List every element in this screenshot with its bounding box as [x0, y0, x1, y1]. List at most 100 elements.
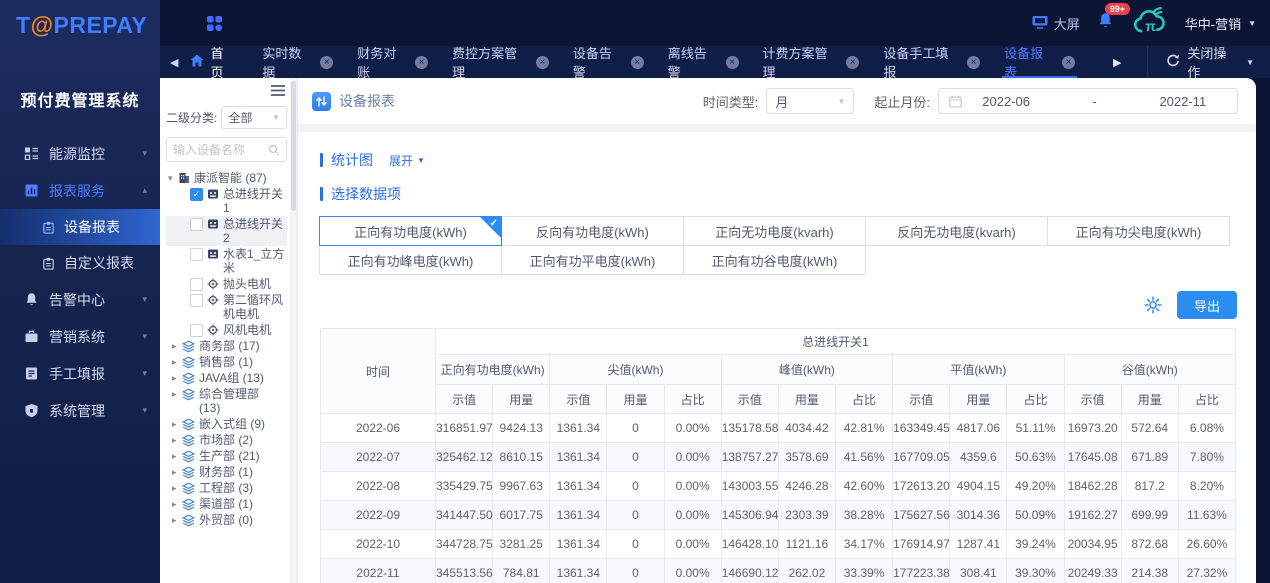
group-label: 综合管理部 (13)	[199, 387, 260, 415]
table-cell: 172613.20	[892, 471, 951, 501]
data-item-cell[interactable]: 反向无功电度(kvarh)	[865, 216, 1048, 246]
tree-group-node[interactable]: ▸ 生产部 (21)	[166, 448, 287, 464]
tree-group-list: ▸ 商务部 (17) ▸ 销售部 (1) ▸ JAVA组 (13) ▸ 综合管理部 (13) ▸…	[166, 338, 287, 528]
tree-scrollbar[interactable]	[290, 78, 297, 583]
tab-item[interactable]: 费控方案管理 ×	[440, 46, 561, 80]
sidebar-item-label: 能源监控	[49, 145, 105, 162]
tree-device-node[interactable]: 抛头电机	[166, 276, 287, 292]
data-item-cell[interactable]: 正向有功峰电度(kWh)	[319, 245, 502, 275]
gear-icon[interactable]	[1144, 296, 1162, 314]
data-item-cell[interactable]: 正向有功谷电度(kWh)	[683, 245, 866, 275]
tab-item[interactable]: 设备告警 ×	[561, 46, 656, 80]
tab-close-icon[interactable]: ×	[535, 55, 549, 69]
expand-caret-icon[interactable]: ▸	[172, 497, 182, 511]
collapse-caret-icon[interactable]: ▾	[168, 171, 178, 185]
tab-item[interactable]: 离线告警 ×	[656, 46, 751, 80]
user-dropdown[interactable]: 华中-营销 ▼	[1185, 14, 1256, 33]
app-logo: T@PREPAY	[0, 0, 160, 39]
sidebar-item-system-management[interactable]: 系统管理 ▾	[0, 392, 160, 429]
tab-item[interactable]: 实时数据 ×	[250, 46, 345, 80]
device-checkbox[interactable]	[190, 247, 203, 261]
tree-device-list: ✓ 总进线开关1 总进线开关2 水表1_立方米 抛头电机 第二循环风机电机 风机电机	[166, 186, 287, 338]
expand-caret-icon[interactable]: ▸	[172, 481, 182, 495]
tree-group-node[interactable]: ▸ 市场部 (2)	[166, 432, 287, 448]
big-screen-button[interactable]: 大屏	[1032, 14, 1080, 33]
device-checkbox[interactable]	[190, 323, 203, 337]
expand-caret-icon[interactable]: ▸	[172, 513, 182, 527]
tab-close-icon[interactable]: ×	[846, 55, 860, 69]
tree-root-node[interactable]: ▾ 康派智能 (87)	[166, 170, 287, 186]
data-item-cell[interactable]: 正向无功电度(kvarh)	[683, 216, 866, 246]
data-item-cell[interactable]: 正向有功电度(kWh) ✓	[319, 216, 502, 246]
tree-device-node[interactable]: 总进线开关2	[166, 216, 287, 246]
expand-caret-icon[interactable]: ▸	[172, 339, 182, 353]
tab-label: 计费方案管理	[762, 46, 828, 80]
tab-close-icon[interactable]: ×	[320, 55, 334, 69]
tabs-scroll-right-icon[interactable]: ▶	[1087, 56, 1147, 69]
tree-group-node[interactable]: ▸ 财务部 (1)	[166, 464, 287, 480]
table-cell: 335429.75	[434, 471, 494, 501]
expand-caret-icon[interactable]: ▸	[172, 371, 182, 385]
expand-caret-icon[interactable]: ▸	[172, 417, 182, 431]
notification-bell-button[interactable]: 99+	[1098, 3, 1131, 34]
tree-scrollbar-thumb[interactable]	[291, 81, 296, 211]
expand-caret-icon[interactable]: ▸	[172, 387, 182, 401]
tab-close-icon[interactable]: ×	[967, 55, 981, 69]
close-operation-dropdown[interactable]: 关闭操作 ▼	[1147, 46, 1270, 80]
data-item-cell[interactable]: 正向有功平电度(kWh)	[501, 245, 684, 275]
tab-close-icon[interactable]: ×	[630, 55, 644, 69]
export-button[interactable]: 导出	[1176, 291, 1237, 319]
tab-close-icon[interactable]: ×	[725, 55, 739, 69]
tab-close-icon[interactable]: ×	[1061, 55, 1075, 69]
table-cell: 1361.34	[549, 442, 608, 472]
table-cell: 1361.34	[549, 500, 608, 530]
sidebar-item-energy-monitor[interactable]: 能源监控 ▾	[0, 135, 160, 172]
tab-item[interactable]: 计费方案管理 ×	[751, 46, 872, 80]
expand-caret-icon[interactable]: ▸	[172, 433, 182, 447]
device-search-input[interactable]: 输入设备名称	[166, 137, 287, 162]
group-label: 生产部 (21)	[199, 449, 260, 463]
tree-group-node[interactable]: ▸ 销售部 (1)	[166, 354, 287, 370]
tree-group-node[interactable]: ▸ 嵌入式组 (9)	[166, 416, 287, 432]
tree-group-node[interactable]: ▸ 渠道部 (1)	[166, 496, 287, 512]
device-checkbox[interactable]	[190, 293, 203, 307]
table-cell: 572.64	[1120, 413, 1179, 443]
device-checkbox[interactable]: ✓	[190, 187, 203, 201]
table-cell: 1361.34	[549, 471, 608, 501]
tree-group-node[interactable]: ▸ 外贸部 (0)	[166, 512, 287, 528]
tabs-scroll-left-icon[interactable]: ◀	[170, 56, 178, 69]
tree-device-node[interactable]: 风机电机	[166, 322, 287, 338]
tree-device-node[interactable]: 水表1_立方米	[166, 246, 287, 276]
sidebar-subitem-custom-report[interactable]: 自定义报表	[0, 245, 160, 281]
sidebar-item-alarm-center[interactable]: 告警中心 ▾	[0, 281, 160, 318]
tree-group-node[interactable]: ▸ 综合管理部 (13)	[166, 386, 287, 416]
tree-group-node[interactable]: ▸ 工程部 (3)	[166, 480, 287, 496]
data-item-cell[interactable]: 正向有功尖电度(kWh)	[1047, 216, 1230, 246]
device-checkbox[interactable]	[190, 217, 203, 231]
apps-grid-icon[interactable]	[206, 15, 223, 32]
expand-caret-icon[interactable]: ▸	[172, 355, 182, 369]
sidebar-item-report-service[interactable]: 报表服务 ▴	[0, 172, 160, 209]
device-checkbox[interactable]	[190, 277, 203, 291]
tree-group-node[interactable]: ▸ 商务部 (17)	[166, 338, 287, 354]
sidebar-item-marketing-system[interactable]: 营销系统 ▾	[0, 318, 160, 355]
expand-caret-icon[interactable]: ▸	[172, 449, 182, 463]
tree-device-node[interactable]: ✓ 总进线开关1	[166, 186, 287, 216]
expand-caret-icon[interactable]: ▸	[172, 465, 182, 479]
tab-item[interactable]: 财务对账 ×	[345, 46, 440, 80]
tree-group-node[interactable]: ▸ JAVA组 (13)	[166, 370, 287, 386]
tab-item[interactable]: 设备报表 ×	[992, 46, 1087, 80]
sidebar-item-manual-entry[interactable]: 手工填报 ▾	[0, 355, 160, 392]
layers-icon	[182, 466, 195, 479]
time-type-select[interactable]: 月 ▼	[766, 88, 855, 114]
tree-device-node[interactable]: 第二循环风机电机	[166, 292, 287, 322]
data-item-cell[interactable]: 反向有功电度(kWh)	[501, 216, 684, 246]
tab-close-icon[interactable]: ×	[415, 55, 429, 69]
tab-item[interactable]: 设备手工填报 ×	[871, 46, 992, 80]
sidebar-subitem-device-report[interactable]: 设备报表	[0, 209, 160, 245]
expand-toggle[interactable]: 展开 ▼	[389, 152, 425, 169]
category-select[interactable]: 全部 ▼	[221, 106, 287, 129]
tree-menu-icon[interactable]	[271, 85, 285, 96]
month-range-picker[interactable]: 2022-06 - 2022-11	[938, 88, 1238, 114]
tab-home[interactable]: 首页	[186, 46, 250, 80]
